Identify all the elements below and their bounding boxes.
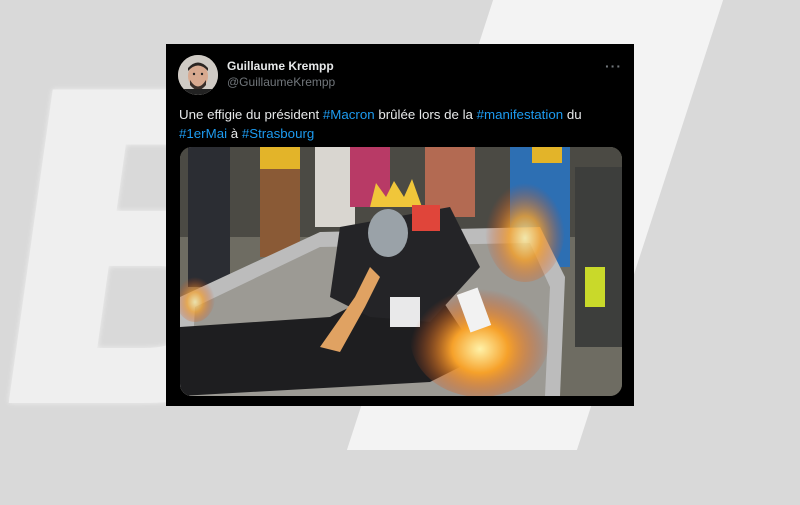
tweet-text-segment: du xyxy=(563,107,582,122)
more-options-icon[interactable]: ··· xyxy=(605,58,622,74)
hashtag-link[interactable]: #1erMai xyxy=(179,126,227,141)
avatar[interactable] xyxy=(178,55,218,95)
author-handle[interactable]: @GuillaumeKrempp xyxy=(227,75,335,89)
tweet-media-photo[interactable] xyxy=(180,147,622,396)
tweet-text-segment: à xyxy=(227,126,242,141)
hashtag-link[interactable]: #Macron xyxy=(323,107,375,122)
tweet-text: Une effigie du président #Macron brûlée … xyxy=(179,105,619,143)
tweet-text-segment: Une effigie du président xyxy=(179,107,323,122)
hashtag-link[interactable]: #manifestation xyxy=(477,107,563,122)
hashtag-link[interactable]: #Strasbourg xyxy=(242,126,314,141)
avatar-image xyxy=(178,55,218,95)
tweet-card: Guillaume Krempp @GuillaumeKrempp ··· Un… xyxy=(166,44,634,406)
tweet-text-segment: brûlée lors de la xyxy=(374,107,477,122)
author-name[interactable]: Guillaume Krempp xyxy=(227,59,334,73)
photo-scene xyxy=(180,147,622,396)
